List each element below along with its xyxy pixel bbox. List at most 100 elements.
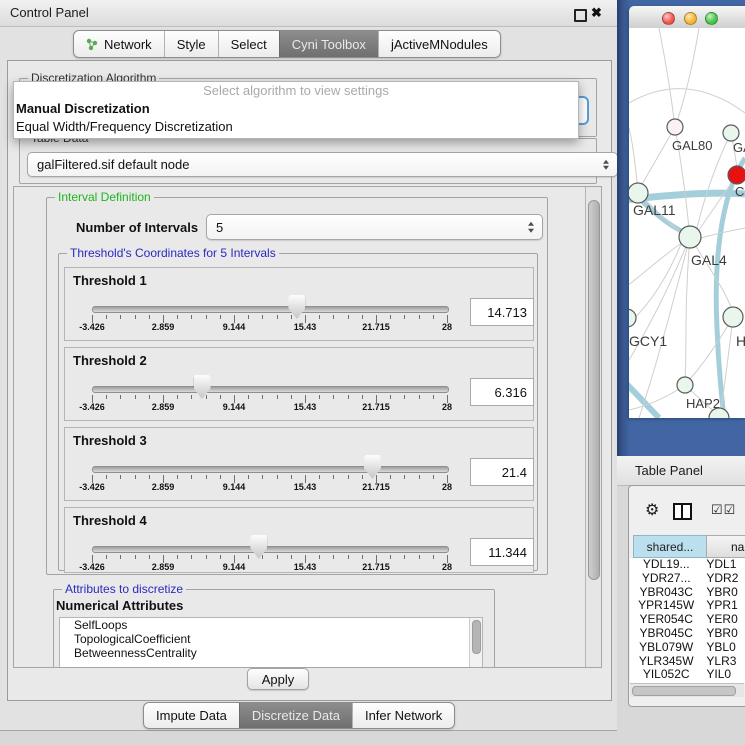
column-header-shared-name[interactable]: shared... [633, 535, 707, 558]
network-node[interactable] [723, 125, 739, 141]
column-header-name[interactable]: na [706, 535, 745, 558]
network-canvas[interactable]: GAL80GACGAL11GAL4GCY1HHAP2 [629, 28, 745, 418]
table-data-combobox[interactable]: galFiltered.sif default node [27, 152, 618, 177]
tab-impute-data[interactable]: Impute Data [144, 703, 239, 728]
table-row[interactable]: YBR045CYBR0 [630, 627, 745, 641]
attributes-group-title: Attributes to discretize [62, 582, 186, 596]
slider-track[interactable] [92, 306, 449, 313]
slider-track[interactable] [92, 546, 449, 553]
network-node[interactable] [723, 307, 743, 327]
table-row[interactable]: YIL052CYIL0 [630, 668, 745, 682]
slider-tick [220, 395, 221, 399]
table-row[interactable]: YER054CYER0 [630, 613, 745, 627]
table-row[interactable]: YPR145WYPR1 [630, 599, 745, 613]
slider-tick [135, 395, 136, 399]
network-window-titlebar[interactable] [629, 6, 745, 29]
slider-track[interactable] [92, 466, 449, 473]
apply-button-label: Apply [262, 672, 295, 687]
network-node[interactable] [677, 377, 693, 393]
slider-tick [419, 555, 420, 559]
list-item[interactable]: TopologicalCoefficient [60, 632, 482, 646]
slider-tick [291, 395, 292, 399]
network-node[interactable] [728, 166, 745, 184]
threshold-value-field[interactable]: 6.316 [470, 378, 534, 406]
table-row[interactable]: YBL079WYBL0 [630, 641, 745, 655]
slider-tick [135, 315, 136, 319]
threshold-value-field[interactable]: 14.713 [470, 298, 534, 326]
threshold-value-field[interactable]: 21.4 [470, 458, 534, 486]
slider-tick [348, 395, 349, 399]
bottom-tab-bar: Impute Data Discretize Data Infer Networ… [143, 702, 455, 729]
slider-tick [206, 475, 207, 479]
slider-tick [433, 475, 434, 479]
interval-definition-title: Interval Definition [55, 190, 154, 204]
slider-tick [177, 475, 178, 479]
slider-thumb[interactable] [364, 455, 381, 479]
network-node[interactable] [667, 119, 683, 135]
threshold-value-field[interactable]: 11.344 [470, 538, 534, 566]
menu-item-manual-discretization[interactable]: Manual Discretization [14, 100, 578, 118]
slider-track[interactable] [92, 386, 449, 393]
network-node-label: GAL11 [633, 202, 676, 218]
close-traffic-light[interactable] [662, 12, 675, 25]
slider-tick [262, 315, 263, 319]
close-icon[interactable]: ✖ [591, 5, 602, 21]
slider-tick [319, 555, 320, 559]
tab-discretize-data[interactable]: Discretize Data [239, 703, 352, 728]
slider-tick [333, 555, 334, 559]
slider-tick [106, 315, 107, 319]
table-row[interactable]: YLR345WYLR3 [630, 655, 745, 669]
table-row[interactable]: YBR043CYBR0 [630, 586, 745, 600]
zoom-traffic-light[interactable] [705, 12, 718, 25]
tab-jactivemnodules[interactable]: jActiveMNodules [378, 31, 500, 57]
slider-tick [390, 315, 391, 319]
list-scrollbar[interactable] [469, 618, 482, 668]
network-node[interactable] [679, 226, 701, 248]
tab-style[interactable]: Style [164, 31, 218, 57]
network-node[interactable] [629, 183, 648, 203]
slider-tick [262, 395, 263, 399]
slider-tick [220, 475, 221, 479]
number-of-intervals-combobox[interactable]: 5 [206, 214, 543, 240]
apply-button[interactable]: Apply [247, 668, 309, 690]
tab-select[interactable]: Select [218, 31, 279, 57]
table-row[interactable]: YDR27...YDR2 [630, 572, 745, 586]
table-panel-title: Table Panel [635, 463, 703, 478]
algorithm-placeholder: Select algorithm to view settings [14, 82, 578, 100]
slider-tick [262, 555, 263, 559]
threshold-label: Threshold 1 [73, 273, 147, 288]
slider-tick [333, 315, 334, 319]
settings-scrollbar[interactable] [585, 187, 601, 667]
combo-spinner-icon[interactable] [528, 222, 534, 233]
list-item[interactable]: BetweennessCentrality [60, 646, 482, 660]
slider-tick [277, 395, 278, 399]
table-row[interactable]: YDL19...YDL1 [630, 558, 745, 572]
slider-tick [390, 475, 391, 479]
minimize-traffic-light[interactable] [684, 12, 697, 25]
slider-tick-label: 9.144 [206, 322, 262, 332]
slider-thumb[interactable] [250, 535, 267, 559]
slider-tick [404, 475, 405, 479]
slider-tick [220, 315, 221, 319]
list-item[interactable]: SelfLoops [60, 618, 482, 632]
menu-item-equal-width-frequency[interactable]: Equal Width/Frequency Discretization [14, 118, 578, 136]
network-node[interactable] [629, 309, 636, 327]
slider-tick [220, 555, 221, 559]
tab-network[interactable]: Network [74, 31, 164, 57]
slider-tick [277, 555, 278, 559]
gear-icon[interactable]: ⚙ [645, 500, 659, 520]
float-window-icon[interactable] [574, 9, 587, 22]
slider-tick [277, 475, 278, 479]
slider-tick [404, 555, 405, 559]
tab-infer-network[interactable]: Infer Network [352, 703, 454, 728]
column-layout-icon[interactable] [673, 503, 692, 520]
table-horizontal-scrollbar[interactable] [630, 683, 744, 697]
tab-cyni-toolbox[interactable]: Cyni Toolbox [279, 31, 378, 57]
slider-tick [106, 555, 107, 559]
checkbox-columns-icon[interactable]: ☑☑ [711, 502, 736, 518]
tab-network-label: Network [104, 37, 152, 52]
slider-tick-label: 2.859 [135, 322, 191, 332]
slider-tick [319, 315, 320, 319]
combo-spinner-icon[interactable] [603, 159, 609, 170]
slider-thumb[interactable] [194, 375, 211, 399]
